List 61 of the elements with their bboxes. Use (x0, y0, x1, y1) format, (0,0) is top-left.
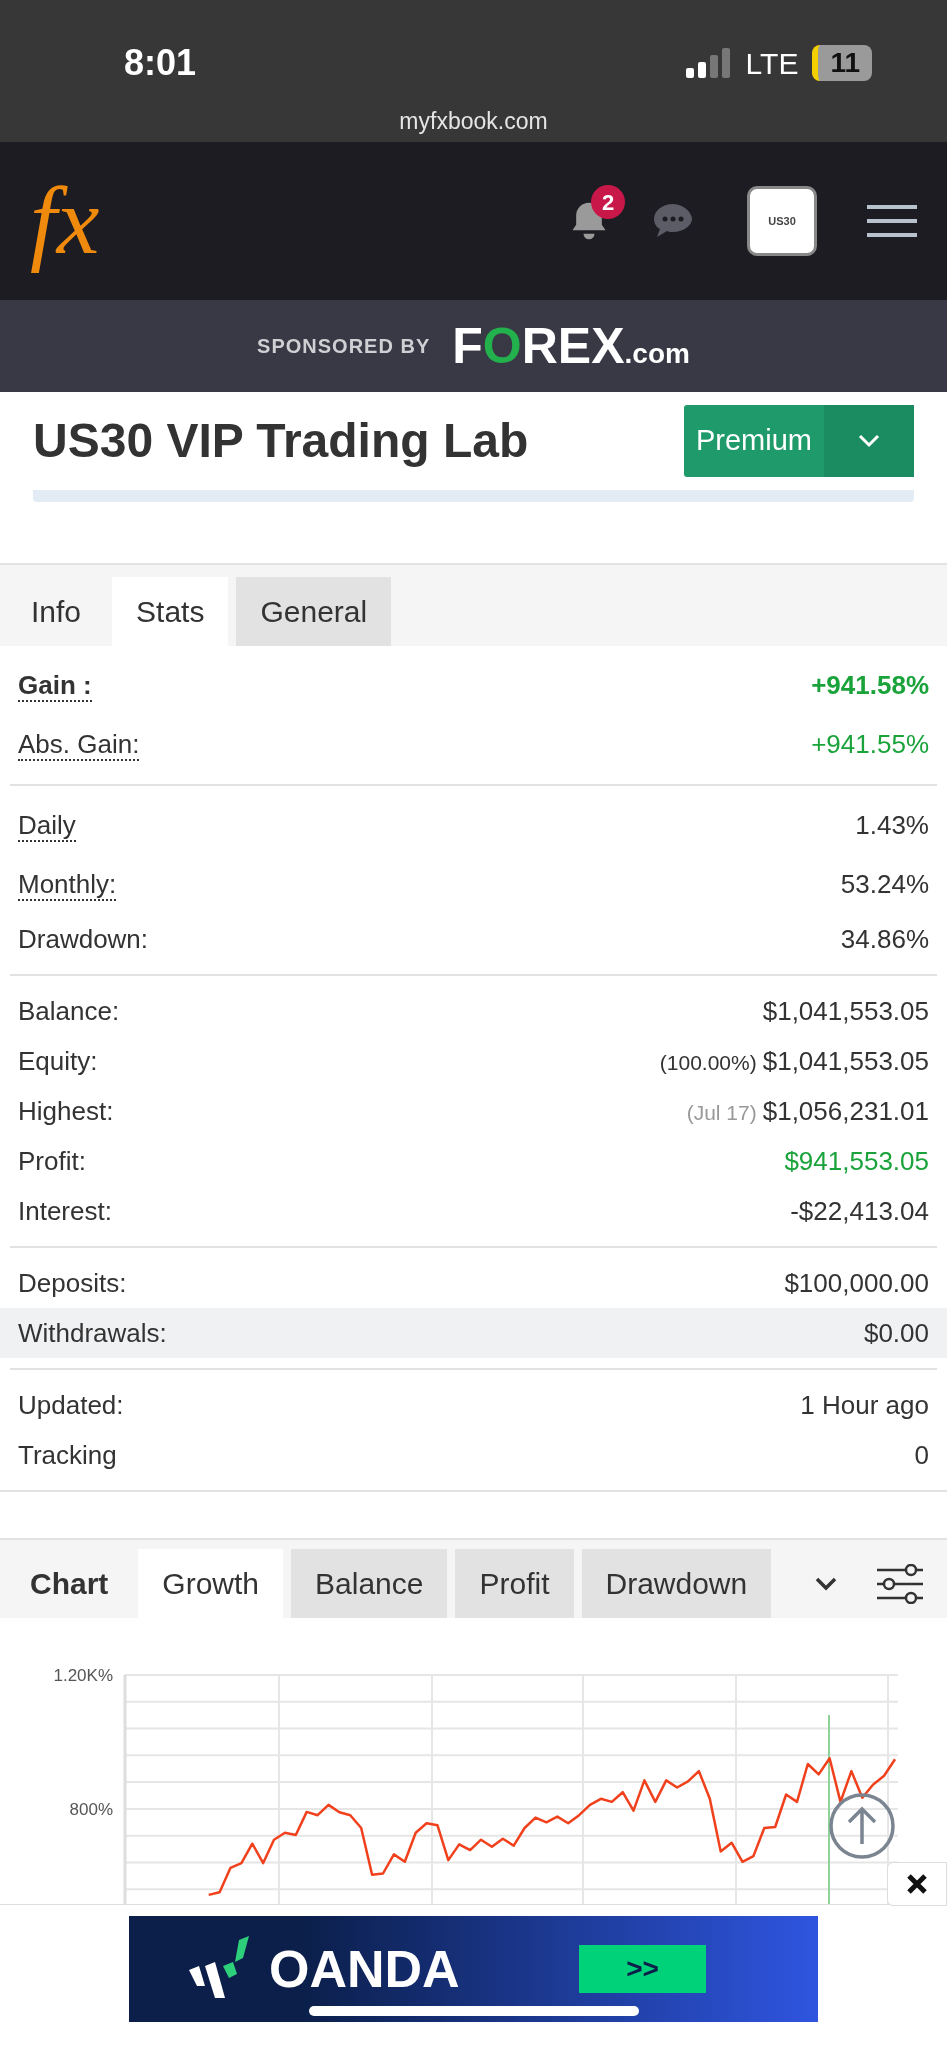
settings-icon[interactable] (877, 1563, 923, 1604)
stat-value: -$22,413.04 (790, 1194, 929, 1228)
stat-label: Tracking (18, 1438, 117, 1472)
close-ad-button[interactable] (887, 1862, 947, 1906)
signal-icon (685, 48, 732, 78)
stat-label: Withdrawals: (18, 1316, 167, 1350)
network-label: LTE (745, 45, 799, 82)
ad-button[interactable]: >> (579, 1945, 706, 1993)
avatar[interactable]: US30 (747, 186, 817, 256)
chevron-down-icon[interactable] (815, 1576, 837, 1591)
stat-note: (Jul 17) (686, 1099, 757, 1126)
url-text[interactable]: myfxbook.com (399, 104, 548, 139)
tab[interactable]: Profit (455, 1549, 574, 1618)
stat-label: Profit: (18, 1144, 86, 1178)
stat-value: $100,000.00 (784, 1266, 929, 1300)
clock: 8:01 (124, 41, 197, 85)
chevron-down-icon (858, 434, 880, 448)
stat-label[interactable]: Monthly: (18, 868, 117, 901)
stat-value: +941.55% (811, 728, 929, 761)
stat-value: 53.24% (840, 868, 929, 901)
tab[interactable]: Balance (291, 1549, 448, 1618)
stat-value: 1.43% (855, 809, 929, 842)
stat-label: Updated: (18, 1388, 124, 1422)
tab[interactable]: Drawdown (581, 1549, 772, 1618)
menu-icon[interactable] (867, 205, 917, 237)
stat-label[interactable]: Gain : (18, 669, 92, 702)
section-heading: Info (30, 594, 83, 630)
close-icon (906, 1873, 928, 1895)
stat-value: $0.00 (863, 1316, 929, 1350)
stat-label[interactable]: Abs. Gain: (18, 728, 140, 761)
stat-label[interactable]: Daily (18, 809, 76, 842)
premium-button[interactable]: Premium (684, 405, 914, 477)
stat-value: 0 (914, 1438, 929, 1472)
notification-badge: 2 (591, 185, 625, 219)
ad-banner[interactable]: OANDA >> (129, 1916, 818, 2022)
stat-value: $941,553.05 (784, 1144, 929, 1178)
battery-indicator: 11 (812, 45, 872, 81)
sponsor-label: SPONSORED BY (257, 334, 431, 359)
stat-value: $1,041,553.05 (762, 1044, 929, 1078)
stat-value: 1 Hour ago (800, 1388, 929, 1422)
stat-value: $1,041,553.05 (762, 994, 929, 1028)
stat-label: Highest: (18, 1094, 114, 1128)
stat-label: Interest: (18, 1194, 112, 1228)
stat-value: 34.86% (840, 922, 929, 956)
scroll-up-icon[interactable] (828, 1792, 896, 1860)
stat-label: Equity: (18, 1044, 98, 1078)
section-heading: Chart (29, 1566, 110, 1602)
tab[interactable]: Growth (138, 1549, 284, 1618)
stat-label: Drawdown: (18, 922, 149, 956)
tab[interactable]: General (236, 577, 392, 646)
stat-value: $1,056,231.01 (762, 1094, 929, 1128)
stat-label: Deposits: (18, 1266, 127, 1300)
axis-label: 1.20K% (53, 1666, 113, 1685)
stat-value: +941.58% (811, 669, 929, 702)
page-title: US30 VIP Trading Lab (33, 413, 529, 469)
stat-label: Balance: (18, 994, 120, 1028)
tab[interactable]: Stats (112, 577, 229, 646)
axis-label: 800% (69, 1799, 113, 1819)
stat-note: (100.00%) (659, 1049, 757, 1076)
ad-brand: OANDA (269, 1939, 460, 2000)
sponsor-logo[interactable]: FOREX.com (452, 321, 690, 371)
